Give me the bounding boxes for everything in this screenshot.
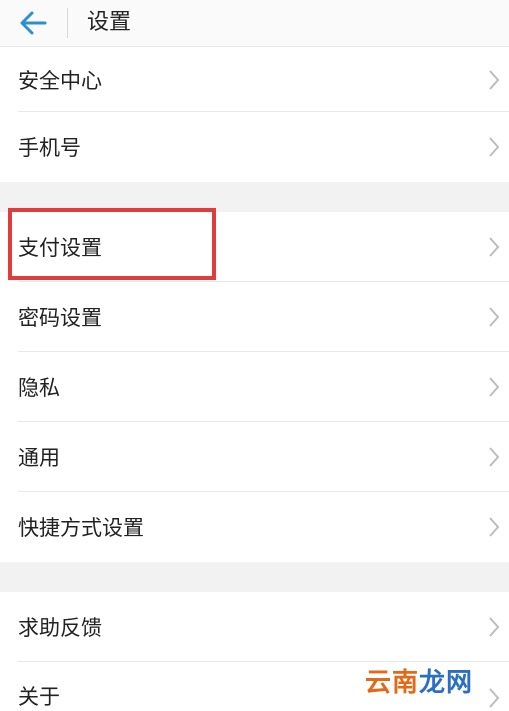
settings-item-label: 求助反馈 <box>18 616 102 640</box>
watermark-part-1: 云南 <box>364 668 419 698</box>
settings-item-password-settings[interactable]: 密码设置 <box>0 282 509 352</box>
chevron-right-icon <box>489 517 500 537</box>
settings-item-label: 快捷方式设置 <box>18 516 144 540</box>
back-button[interactable] <box>18 9 48 37</box>
settings-item-privacy[interactable]: 隐私 <box>0 352 509 422</box>
page-title: 设置 <box>87 10 132 35</box>
settings-item-label: 关于 <box>18 685 60 709</box>
chevron-right-icon <box>489 307 500 327</box>
chevron-right-icon <box>489 377 500 397</box>
chevron-right-icon <box>489 69 500 90</box>
top-nav-bar: 设置 <box>0 0 509 47</box>
settings-screen: 设置 安全中心 手机号 支付设置 密码设置 隐私 通用 快捷方式设置 求助反馈 <box>0 0 509 711</box>
settings-item-label: 支付设置 <box>18 236 102 260</box>
settings-item-label: 手机号 <box>18 136 81 160</box>
chevron-right-icon <box>489 688 500 708</box>
chevron-right-icon <box>489 447 500 467</box>
settings-item-help-feedback[interactable]: 求助反馈 <box>0 592 509 662</box>
site-watermark: 云南龙网 <box>365 662 473 699</box>
settings-item-general[interactable]: 通用 <box>0 422 509 492</box>
chevron-right-icon <box>489 617 500 637</box>
arrow-left-icon <box>20 11 47 35</box>
chevron-right-icon <box>489 237 500 257</box>
settings-item-shortcut-settings[interactable]: 快捷方式设置 <box>0 492 509 562</box>
settings-item-payment-settings[interactable]: 支付设置 <box>0 212 509 282</box>
chevron-right-icon <box>489 137 500 157</box>
settings-item-label: 通用 <box>18 446 60 470</box>
settings-item-phone-number[interactable]: 手机号 <box>0 112 509 182</box>
watermark-part-2: 龙网 <box>418 668 473 698</box>
settings-item-label: 密码设置 <box>18 306 102 330</box>
settings-item-security-center[interactable]: 安全中心 <box>0 47 509 112</box>
settings-item-label: 安全中心 <box>18 68 102 93</box>
settings-item-label: 隐私 <box>18 376 60 400</box>
header-divider <box>67 8 68 38</box>
